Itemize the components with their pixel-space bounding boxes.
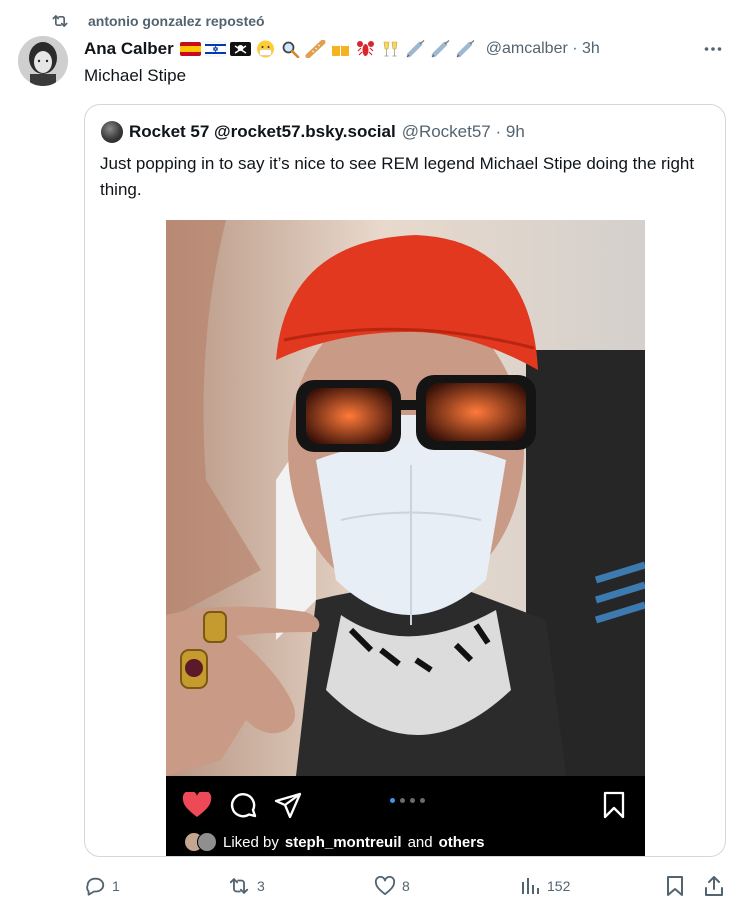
views-bar-chart-icon: [522, 878, 539, 894]
retweet-icon: [229, 878, 249, 894]
syringe-icon: [406, 40, 425, 58]
carousel-dots: [390, 798, 425, 803]
like-heart-icon: [374, 876, 396, 896]
like-count: 8: [402, 878, 410, 894]
baguette-icon: [305, 40, 326, 58]
save-bookmark-icon[interactable]: [602, 791, 626, 819]
views-count: 152: [547, 878, 571, 894]
more-options-button[interactable]: [702, 38, 724, 60]
reply-button[interactable]: 1: [84, 872, 120, 900]
quoted-post-header: Rocket 57 @rocket57.bsky.social @Rocket5…: [101, 121, 525, 143]
carousel-dot: [400, 798, 405, 803]
selfie-photo: [166, 220, 645, 776]
bookmark-icon: [667, 876, 683, 896]
quoted-post-card[interactable]: Rocket 57 @rocket57.bsky.social @Rocket5…: [84, 104, 726, 857]
author-avatar[interactable]: [18, 36, 68, 86]
reply-icon: [86, 877, 105, 896]
spain-flag-icon: [179, 42, 201, 56]
quoted-author-handle[interactable]: @Rocket57 · 9h: [402, 122, 525, 142]
quoted-post-image[interactable]: Liked by steph_montreuil and others: [166, 220, 645, 856]
clinking-glasses-icon: [383, 41, 398, 57]
more-dots-icon: [704, 47, 722, 51]
repost-indicator[interactable]: antonio gonzalez reposteó: [50, 10, 265, 32]
syringe-icon: [456, 40, 475, 58]
comment-icon[interactable]: [229, 791, 257, 819]
quoted-author-avatar[interactable]: [101, 121, 123, 143]
israel-flag-icon: [204, 41, 226, 57]
share-button[interactable]: [704, 872, 724, 900]
quoted-post-text: Just popping in to say it’s nice to see …: [100, 154, 695, 199]
reply-count: 1: [112, 878, 120, 894]
quoted-author-name[interactable]: Rocket 57 @rocket57.bsky.social: [129, 122, 396, 142]
magnifying-glass-icon: [282, 41, 300, 58]
retweet-count: 3: [257, 878, 265, 894]
post-text: Michael Stipe: [84, 66, 187, 85]
pirate-flag-icon: [229, 42, 251, 56]
post-action-bar: 1 3 8 152: [84, 872, 726, 900]
post-header: Ana Calber @amcalber · 3h: [84, 37, 600, 61]
author-handle[interactable]: @amcalber · 3h: [486, 40, 600, 58]
bookmark-button[interactable]: [666, 872, 684, 900]
repost-icon: [52, 15, 68, 27]
views-button[interactable]: 152: [521, 872, 570, 900]
liked-by-row: Liked by steph_montreuil and others: [184, 832, 484, 852]
liked-by-others[interactable]: others: [439, 834, 485, 851]
beer-mugs-icon: [331, 43, 349, 56]
liked-by-and: and: [407, 833, 433, 851]
carousel-dot: [410, 798, 415, 803]
liker-avatars: [184, 832, 217, 852]
liked-by-prefix: Liked by: [223, 833, 279, 851]
author-name[interactable]: Ana Calber: [84, 39, 174, 59]
instagram-action-bar: Liked by steph_montreuil and others: [166, 776, 645, 856]
lobster-icon: [356, 41, 374, 56]
carousel-dot-active: [390, 798, 395, 803]
retweet-button[interactable]: 3: [227, 872, 265, 900]
share-upload-icon: [705, 876, 723, 896]
syringe-icon: [431, 40, 450, 58]
face-with-mask-icon: [256, 40, 274, 58]
carousel-dot: [420, 798, 425, 803]
repost-text[interactable]: antonio gonzalez reposteó: [88, 13, 265, 29]
author-emoji-row: [179, 40, 476, 58]
liked-by-user[interactable]: steph_montreuil: [285, 834, 402, 851]
heart-icon[interactable]: [182, 792, 212, 818]
share-icon[interactable]: [274, 791, 302, 819]
like-button[interactable]: 8: [374, 872, 410, 900]
